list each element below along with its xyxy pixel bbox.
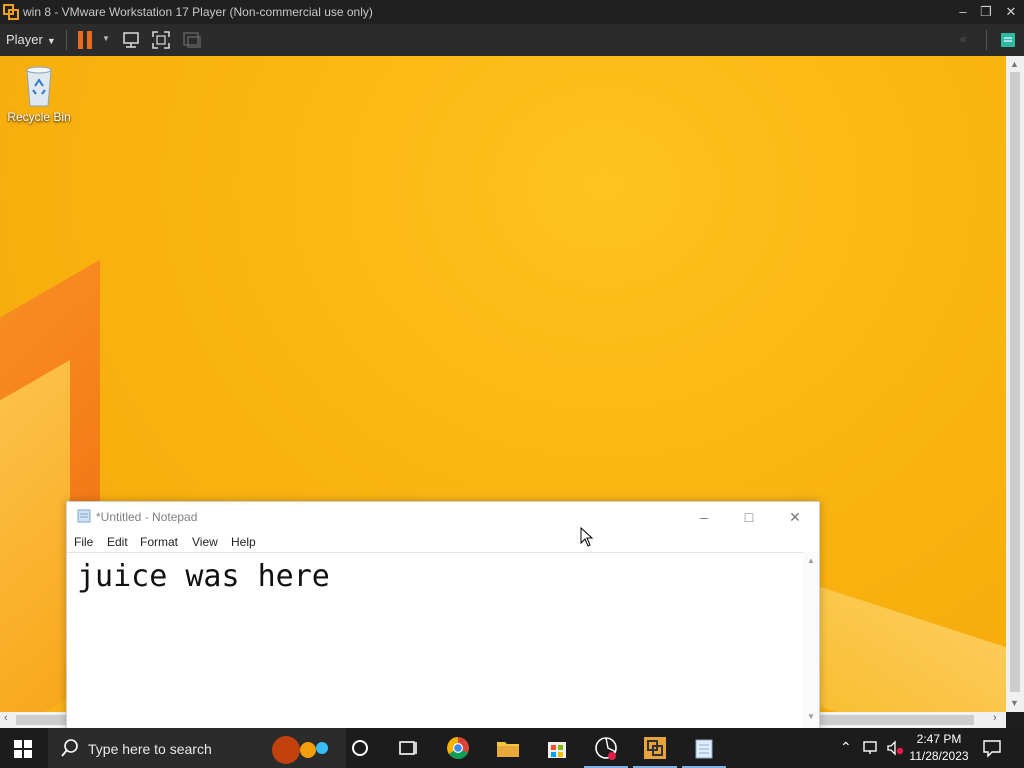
notepad-close-button[interactable]: ✕: [775, 504, 815, 530]
vmware-window-title: win 8 - VMware Workstation 17 Player (No…: [23, 5, 373, 19]
task-view-icon[interactable]: [394, 734, 422, 762]
scroll-thumb[interactable]: [1010, 72, 1020, 692]
recycle-bin-icon: [26, 66, 52, 107]
toolbar-divider: [66, 30, 67, 50]
scroll-down-icon[interactable]: ▼: [1010, 698, 1019, 708]
notepad-title: *Untitled - Notepad: [96, 510, 198, 524]
scroll-right-icon[interactable]: ›: [993, 712, 997, 724]
clock-time: 2:47 PM: [916, 732, 962, 746]
vm-vertical-scrollbar[interactable]: ▲ ▼: [1006, 56, 1024, 712]
menu-edit[interactable]: Edit: [107, 535, 128, 549]
menu-help[interactable]: Help: [231, 535, 256, 549]
recycle-bin-label: Recycle Bin: [7, 110, 71, 124]
notepad-title-bar[interactable]: *Untitled - Notepad – □ ✕: [67, 502, 819, 530]
pause-button[interactable]: [78, 31, 96, 49]
cortana-icon[interactable]: [346, 734, 374, 762]
search-highlight-image: [272, 736, 328, 764]
vm-close-button[interactable]: ✕: [1000, 2, 1022, 22]
network-icon[interactable]: [862, 740, 880, 756]
windows-start-icon[interactable]: [14, 740, 32, 758]
recycle-bin-shortcut[interactable]: Recycle Bin: [4, 64, 74, 124]
send-ctrl-alt-del-icon[interactable]: [121, 30, 141, 50]
volume-muted-icon[interactable]: [886, 740, 904, 756]
chevron-down-icon: ▼: [46, 36, 56, 46]
vmware-logo-icon: [3, 4, 19, 20]
scroll-up-icon[interactable]: ▲: [807, 556, 815, 565]
vmware-taskbar-icon[interactable]: [641, 734, 669, 762]
vmware-title-bar: win 8 - VMware Workstation 17 Player (No…: [0, 0, 1024, 24]
toolbar-divider: [986, 30, 987, 50]
vmware-toolbar: Player ▼ ▼ «: [0, 24, 1024, 56]
notepad-maximize-button[interactable]: □: [729, 504, 769, 530]
system-clock[interactable]: 2:47 PM 11/28/2023: [906, 731, 972, 765]
chrome-icon[interactable]: [444, 734, 472, 762]
taskbar-search-box[interactable]: Type here to search: [48, 728, 346, 768]
vm-notes-icon[interactable]: [998, 30, 1018, 50]
taskbar: Type here to search ⌃ 2:47 PM 11/28/2023: [0, 728, 1024, 768]
notepad-vertical-scrollbar[interactable]: ▲ ▼: [803, 552, 819, 728]
back-arrows-icon: «: [960, 32, 967, 46]
scroll-down-icon[interactable]: ▼: [807, 712, 815, 721]
notepad-text-area[interactable]: juice was here: [67, 552, 803, 729]
screen-recorder-icon[interactable]: [592, 734, 620, 762]
microsoft-store-icon[interactable]: [543, 734, 571, 762]
scroll-up-icon[interactable]: ▲: [1010, 59, 1019, 69]
mouse-cursor-icon: [580, 527, 594, 547]
pause-dropdown-icon[interactable]: ▼: [102, 34, 110, 43]
menu-file[interactable]: File: [74, 535, 93, 549]
menu-view[interactable]: View: [192, 535, 218, 549]
notepad-taskbar-icon[interactable]: [690, 734, 718, 762]
notepad-text-content: juice was here: [77, 559, 330, 594]
player-menu-label: Player: [6, 32, 43, 47]
unity-icon[interactable]: [182, 30, 202, 50]
notepad-icon: [77, 509, 91, 523]
action-center-icon[interactable]: [982, 738, 1002, 758]
scroll-left-icon[interactable]: ‹: [4, 712, 8, 724]
wallpaper-shape: [0, 360, 70, 712]
vm-restore-button[interactable]: ❐: [975, 2, 997, 22]
search-icon: [61, 739, 78, 757]
pause-icon-bar: [87, 31, 92, 49]
pause-icon: [78, 31, 83, 49]
notepad-window[interactable]: *Untitled - Notepad – □ ✕ File Edit Form…: [66, 501, 820, 729]
player-menu-button[interactable]: Player ▼: [6, 32, 56, 47]
notepad-minimize-button[interactable]: –: [684, 504, 724, 530]
fullscreen-icon[interactable]: [151, 30, 171, 50]
tray-overflow-icon[interactable]: ⌃: [840, 739, 852, 756]
clock-date: 11/28/2023: [909, 749, 969, 763]
file-explorer-icon[interactable]: [494, 734, 522, 762]
search-placeholder: Type here to search: [88, 741, 212, 757]
menu-format[interactable]: Format: [140, 535, 178, 549]
vm-minimize-button[interactable]: –: [952, 2, 974, 22]
